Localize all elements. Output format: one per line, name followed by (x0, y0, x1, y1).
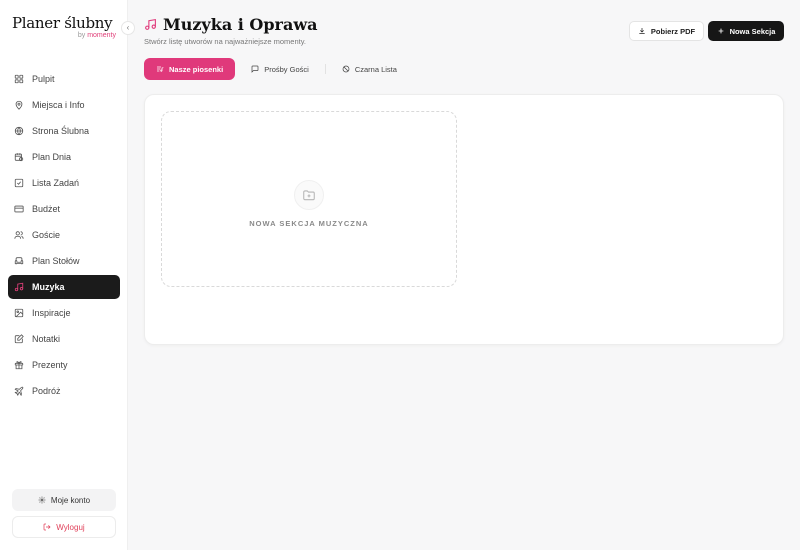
brand-byline: by momenty (78, 32, 116, 39)
brand-logo: Planer ślubny by momenty (12, 14, 118, 39)
sidebar-item-goscie[interactable]: Goście (8, 223, 120, 247)
sidebar-item-notatki[interactable]: Notatki (8, 327, 120, 351)
logout-icon (43, 523, 51, 531)
my-account-label: Moje konto (50, 495, 91, 505)
list-music-icon (157, 66, 164, 72)
brand-company: momenty (87, 32, 116, 39)
sidebar-item-prezenty[interactable]: Prezenty (8, 353, 120, 377)
download-pdf-label: Pobierz PDF (650, 26, 696, 36)
sidebar: Planer ślubny by momenty ‹ Pulpit Miejsc… (0, 0, 135, 550)
sidebar-item-budzet[interactable]: Budżet (8, 197, 120, 221)
sidebar-item-plan-stolow[interactable]: Plan Stołów (8, 249, 120, 273)
sidebar-item-label: Plan Stołów (32, 256, 80, 266)
users-icon (14, 231, 24, 239)
note-edit-icon (14, 334, 24, 344)
sidebar-item-inspiracje[interactable]: Inspiracje (8, 301, 120, 325)
sidebar-item-pulpit[interactable]: Pulpit (8, 67, 120, 91)
tab-nasze-piosenki[interactable]: Nasze piosenki (144, 58, 236, 80)
page-header: Muzyka i Oprawa (144, 15, 317, 34)
sidebar-item-label: Podróż (32, 386, 61, 396)
brand-by: by (77, 32, 86, 39)
tab-prosby-gosci[interactable]: Prośby Gości (239, 58, 321, 80)
add-music-section-label: NOWA SEKCJA MUZYCZNA (249, 219, 369, 228)
logout-label: Wyloguj (56, 522, 85, 532)
add-music-section-card[interactable]: NOWA SEKCJA MUZYCZNA (161, 111, 457, 287)
page-title: Muzyka i Oprawa (163, 15, 318, 34)
sidebar-item-label: Strona Ślubna (32, 126, 90, 136)
chevron-left-icon: ‹ (126, 23, 130, 32)
music-note-icon (145, 18, 156, 30)
tab-label: Nasze piosenki (169, 64, 224, 74)
tab-czarna-lista[interactable]: Czarna Lista (330, 58, 409, 80)
gift-icon (14, 361, 24, 370)
folder-plus-icon-wrap (294, 180, 324, 210)
sidebar-item-label: Inspiracje (32, 308, 71, 318)
tab-divider (324, 64, 326, 74)
sidebar-item-label: Lista Zadań (32, 178, 80, 188)
collapse-sidebar-button[interactable]: ‹ (121, 21, 135, 35)
sidebar-item-label: Goście (32, 230, 61, 240)
plus-icon (718, 28, 723, 34)
checkbox-icon (14, 178, 24, 188)
ban-icon (342, 65, 350, 73)
music-sections-panel: NOWA SEKCJA MUZYCZNA (144, 94, 784, 345)
image-icon (14, 308, 24, 318)
folder-plus-icon (303, 190, 315, 201)
download-pdf-button[interactable]: Pobierz PDF (629, 21, 704, 41)
sidebar-item-label: Prezenty (32, 360, 68, 370)
sidebar-item-label: Plan Dnia (32, 152, 72, 162)
sidebar-item-label: Muzyka (32, 282, 65, 292)
sidebar-item-podroz[interactable]: Podróż (8, 379, 120, 403)
sidebar-item-label: Budżet (32, 204, 61, 214)
sidebar-item-label: Miejsca i Info (32, 100, 85, 110)
new-section-button[interactable]: Nowa Sekcja (708, 21, 784, 41)
sidebar-item-plan-dnia[interactable]: Plan Dnia (8, 145, 120, 169)
sidebar-item-lista-zadan[interactable]: Lista Zadań (8, 171, 120, 195)
credit-card-icon (14, 205, 24, 213)
sidebar-item-miejsca[interactable]: Miejsca i Info (8, 93, 120, 117)
page-subtitle: Stwórz listę utworów na najważniejsze mo… (144, 37, 307, 46)
message-icon (251, 65, 259, 73)
my-account-button[interactable]: Moje konto (12, 489, 116, 511)
calendar-clock-icon (14, 153, 24, 162)
armchair-icon (14, 257, 24, 265)
brand-title: Planer ślubny (12, 14, 113, 32)
sidebar-item-strona[interactable]: Strona Ślubna (8, 119, 120, 143)
map-pin-icon (15, 100, 23, 110)
gear-icon (38, 496, 46, 504)
music-note-icon (14, 282, 24, 292)
dashboard-icon (14, 74, 24, 84)
sidebar-item-muzyka[interactable]: Muzyka (8, 275, 120, 299)
tab-label: Prośby Gości (264, 64, 309, 74)
sidebar-item-label: Pulpit (32, 74, 55, 84)
logout-button[interactable]: Wyloguj (12, 516, 116, 538)
sidebar-nav: Pulpit Miejsca i Info Strona Ślubna Plan… (8, 67, 120, 405)
sidebar-item-label: Notatki (32, 334, 61, 344)
plane-icon (14, 386, 24, 396)
download-icon (639, 28, 645, 35)
globe-icon (14, 126, 24, 136)
tab-label: Czarna Lista (354, 64, 397, 74)
music-tabs: Nasze piosenki Prośby Gości Czarna Lista (144, 58, 413, 80)
new-section-label: Nowa Sekcja (729, 26, 776, 36)
